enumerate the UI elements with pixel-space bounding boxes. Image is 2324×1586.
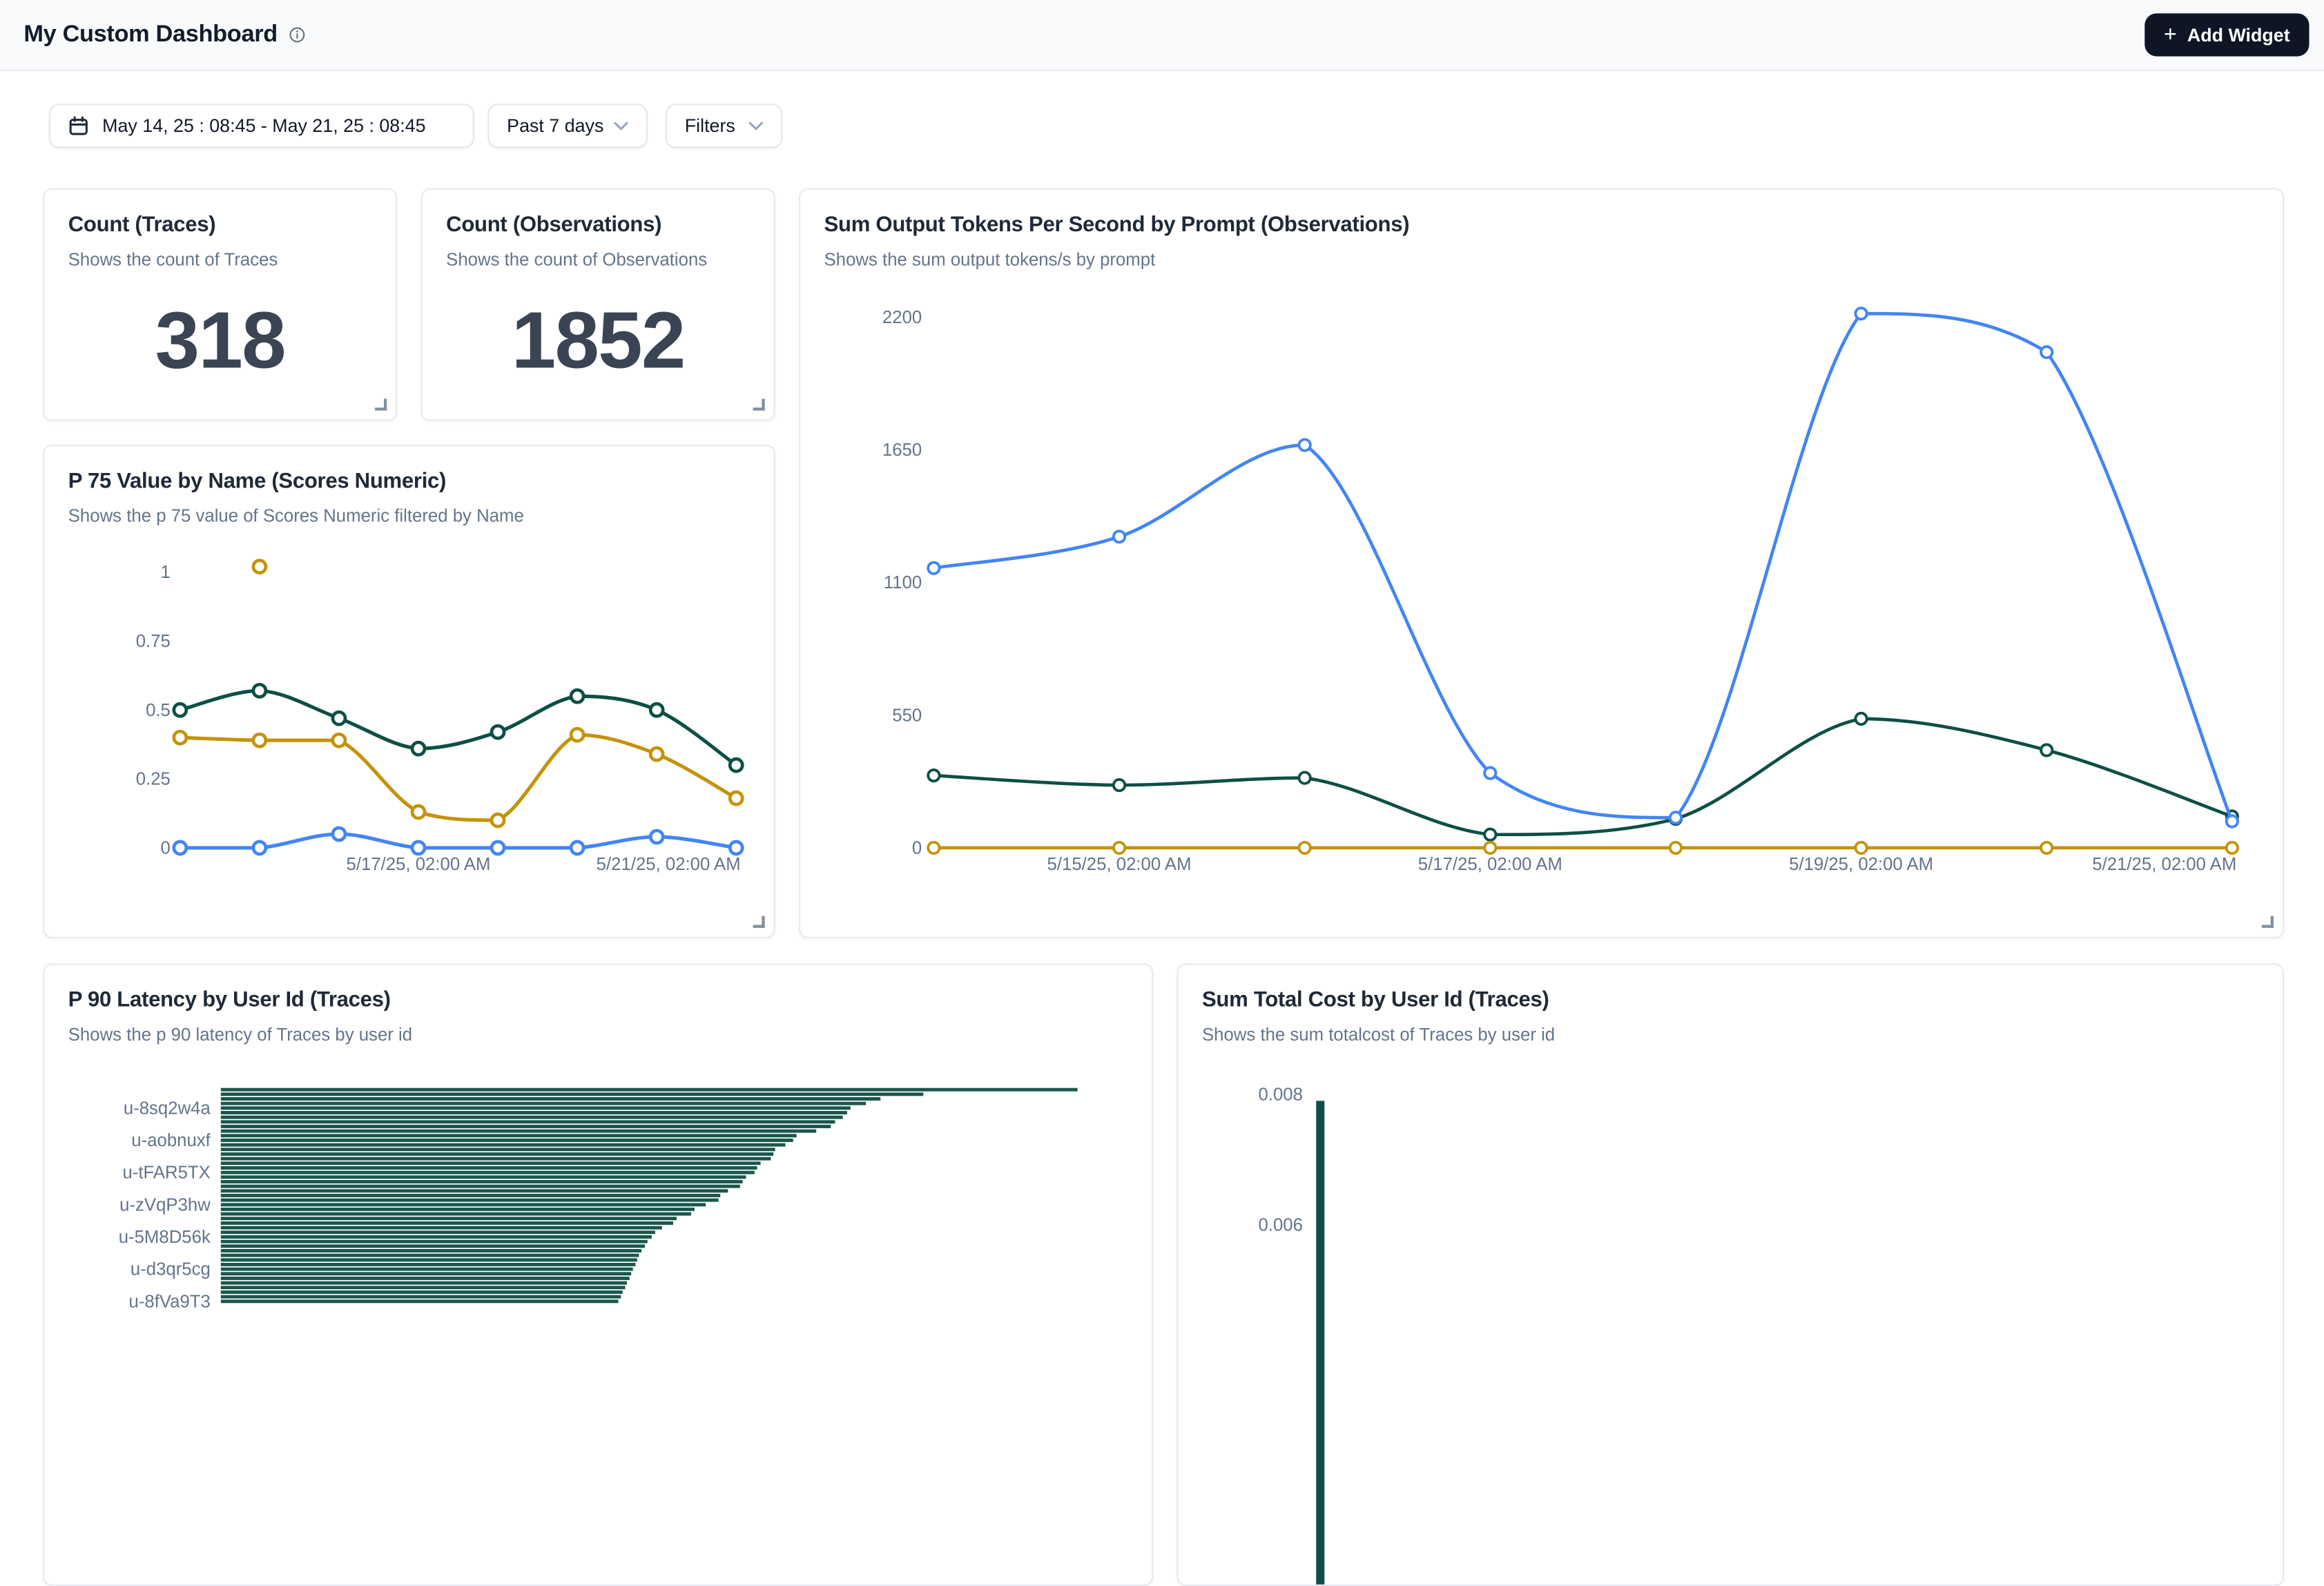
widget-title: Sum Output Tokens Per Second by Prompt (… xyxy=(800,190,2283,238)
svg-text:2200: 2200 xyxy=(882,308,922,327)
svg-text:0.5: 0.5 xyxy=(146,701,171,720)
calendar-icon xyxy=(68,115,89,136)
widget-description: Shows the count of Observations xyxy=(423,237,774,269)
svg-text:u-d3qr5cg: u-d3qr5cg xyxy=(130,1260,211,1279)
svg-text:0.006: 0.006 xyxy=(1258,1215,1302,1235)
p90-bar-chart: u-8sq2w4a u-aobnuxf u-tFAR5TX u-zVqP3hw u-5M… xyxy=(44,965,1152,1585)
app-header: My Custom Dashboard + Add Widget xyxy=(0,0,2324,71)
info-icon[interactable] xyxy=(289,27,306,43)
date-range-value: May 14, 25 : 08:45 - May 21, 25 : 08:45 xyxy=(102,115,425,136)
page-title: My Custom Dashboard xyxy=(23,21,278,48)
resize-handle[interactable] xyxy=(753,398,765,410)
widget-title: P 75 Value by Name (Scores Numeric) xyxy=(44,446,773,494)
dashboard-page: My Custom Dashboard + Add Widget xyxy=(0,0,2324,1299)
svg-text:5/17/25, 02:00 AM: 5/17/25, 02:00 AM xyxy=(1418,855,1562,874)
date-range-picker[interactable]: May 14, 25 : 08:45 - May 21, 25 : 08:45 xyxy=(49,104,474,148)
resize-handle[interactable] xyxy=(375,398,387,410)
widget-title: Count (Traces) xyxy=(44,190,396,238)
widget-title: Sum Total Cost by User Id (Traces) xyxy=(1179,965,2283,1013)
svg-text:550: 550 xyxy=(892,706,922,725)
add-widget-button[interactable]: + Add Widget xyxy=(2144,13,2309,56)
svg-text:u-8fVa9T3: u-8fVa9T3 xyxy=(129,1292,211,1311)
tokens-line-chart: 0 550 1100 1650 2200 5/15/25, 02:00 AM 5/17/25… xyxy=(800,190,2283,937)
svg-text:u-zVqP3hw: u-zVqP3hw xyxy=(119,1195,211,1215)
add-widget-label: Add Widget xyxy=(2187,24,2290,45)
svg-text:u-8sq2w4a: u-8sq2w4a xyxy=(124,1099,211,1118)
filters-dropdown[interactable]: Filters xyxy=(666,104,783,148)
svg-text:u-tFAR5TX: u-tFAR5TX xyxy=(122,1163,210,1183)
svg-text:0.008: 0.008 xyxy=(1258,1085,1302,1104)
svg-text:0: 0 xyxy=(912,838,922,858)
svg-text:5/19/25, 02:00 AM: 5/19/25, 02:00 AM xyxy=(1789,855,1933,874)
widget-title: P 90 Latency by User Id (Traces) xyxy=(44,965,1152,1013)
widget-description: Shows the p 75 value of Scores Numeric f… xyxy=(44,494,773,526)
time-preset-dropdown[interactable]: Past 7 days xyxy=(487,104,648,148)
chevron-down-icon xyxy=(614,122,628,130)
widget-description: Shows the sum totalcost of Traces by use… xyxy=(1179,1012,2283,1045)
svg-text:0: 0 xyxy=(161,838,171,858)
widget-tokens-by-prompt: 0 550 1100 1650 2200 5/15/25, 02:00 AM 5/17/25… xyxy=(799,188,2284,938)
svg-text:1: 1 xyxy=(161,563,171,582)
widget-count-observations: Count (Observations) Shows the count of … xyxy=(421,188,775,421)
widget-count-traces: Count (Traces) Shows the count of Traces… xyxy=(43,188,397,421)
cost-bar-chart: 0.008 0.006 xyxy=(1179,965,2283,1585)
chevron-down-icon xyxy=(748,122,763,130)
widget-title: Count (Observations) xyxy=(423,190,774,238)
svg-text:0.25: 0.25 xyxy=(136,770,171,789)
filter-toolbar: May 14, 25 : 08:45 - May 21, 25 : 08:45 … xyxy=(49,104,783,148)
plus-icon: + xyxy=(2164,23,2177,45)
widget-p90-latency: u-8sq2w4a u-aobnuxf u-tFAR5TX u-zVqP3hw u-5M… xyxy=(43,963,1153,1586)
svg-text:5/15/25, 02:00 AM: 5/15/25, 02:00 AM xyxy=(1047,855,1192,874)
widget-description: Shows the sum output tokens/s by prompt xyxy=(800,237,2283,269)
svg-text:u-5M8D56k: u-5M8D56k xyxy=(119,1228,211,1247)
resize-handle[interactable] xyxy=(2262,916,2274,928)
filters-label: Filters xyxy=(685,115,735,136)
svg-text:5/21/25, 02:00 AM: 5/21/25, 02:00 AM xyxy=(2092,855,2236,874)
count-observations-value: 1852 xyxy=(423,279,774,402)
time-preset-value: Past 7 days xyxy=(507,115,603,136)
svg-text:1650: 1650 xyxy=(882,441,922,460)
resize-handle[interactable] xyxy=(753,916,765,928)
widget-p75-by-name: 0 0.25 0.5 0.75 1 5/17/25, 02:00 AM 5/21/25, 0… xyxy=(43,445,775,938)
svg-text:1100: 1100 xyxy=(884,573,922,592)
svg-text:5/21/25, 02:00 AM: 5/21/25, 02:00 AM xyxy=(597,855,741,874)
widget-total-cost: 0.008 0.006 Sum Total Cost by User Id (Tr… xyxy=(1176,963,2284,1586)
svg-text:0.75: 0.75 xyxy=(136,632,171,651)
count-traces-value: 318 xyxy=(44,279,396,402)
svg-text:5/17/25, 02:00 AM: 5/17/25, 02:00 AM xyxy=(346,855,490,874)
widget-description: Shows the count of Traces xyxy=(44,237,396,269)
widget-description: Shows the p 90 latency of Traces by user… xyxy=(44,1012,1152,1045)
svg-text:u-aobnuxf: u-aobnuxf xyxy=(131,1131,211,1150)
